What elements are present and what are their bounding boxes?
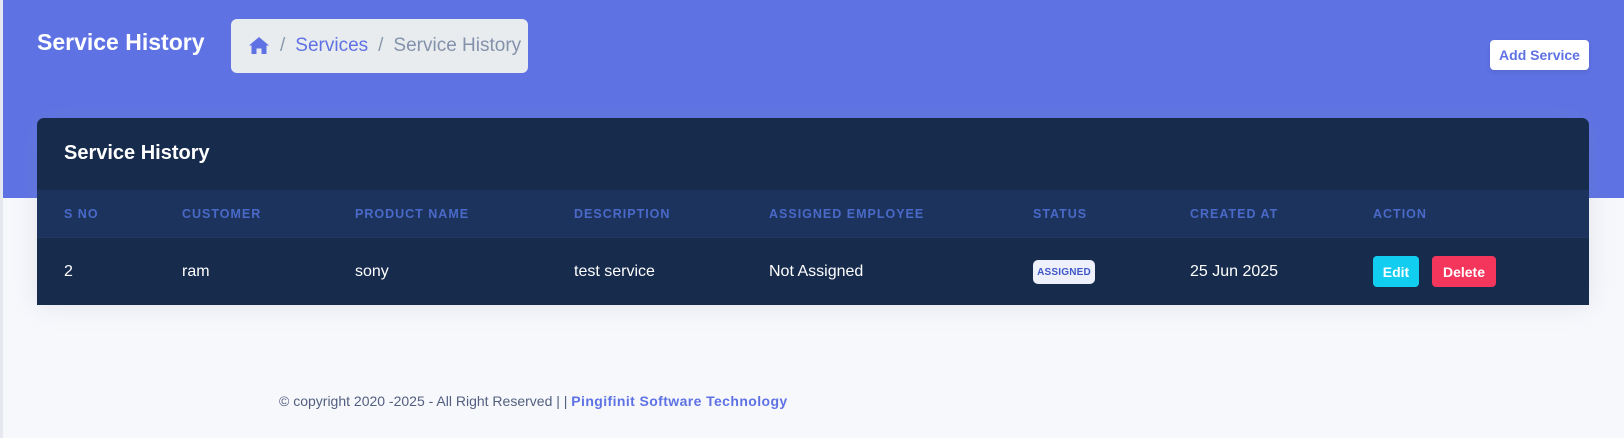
service-history-card: Service History S NO CUSTOMER PRODUCT NA… bbox=[37, 118, 1589, 305]
column-header-customer: CUSTOMER bbox=[182, 207, 262, 221]
column-header-sno: S NO bbox=[64, 207, 99, 221]
breadcrumb-separator: / bbox=[280, 35, 286, 56]
page-title: Service History bbox=[37, 29, 205, 55]
card-title: Service History bbox=[64, 142, 210, 164]
copyright-text: © copyright 2020 -2025 - All Right Reser… bbox=[279, 393, 568, 409]
breadcrumb: / Services / Service History bbox=[231, 19, 528, 73]
column-header-assigned-employee: ASSIGNED EMPLOYEE bbox=[769, 207, 925, 221]
breadcrumb-link-services[interactable]: Services bbox=[295, 35, 368, 57]
column-header-description: DESCRIPTION bbox=[574, 207, 671, 221]
cell-created-at: 25 Jun 2025 bbox=[1190, 263, 1279, 280]
company-link[interactable]: Pingifinit Software Technology bbox=[571, 393, 787, 409]
table-header: S NO CUSTOMER PRODUCT NAME DESCRIPTION A… bbox=[37, 190, 1589, 238]
cell-customer: ram bbox=[182, 263, 210, 280]
breadcrumb-current: Service History bbox=[393, 35, 522, 56]
column-header-action: ACTION bbox=[1373, 207, 1427, 221]
cell-assigned-employee: Not Assigned bbox=[769, 263, 864, 280]
column-header-product-name: PRODUCT NAME bbox=[355, 207, 470, 221]
delete-button[interactable]: Delete bbox=[1432, 256, 1496, 287]
home-icon[interactable] bbox=[248, 36, 270, 56]
column-header-created-at: CREATED AT bbox=[1190, 207, 1279, 221]
cell-sno: 2 bbox=[64, 263, 73, 280]
edit-button[interactable]: Edit bbox=[1373, 256, 1419, 287]
breadcrumb-separator: / bbox=[378, 35, 384, 56]
column-header-status: STATUS bbox=[1033, 207, 1088, 221]
status-badge: ASSIGNED bbox=[1033, 260, 1095, 284]
add-service-button[interactable]: Add Service bbox=[1490, 40, 1589, 70]
footer: © copyright 2020 -2025 - All Right Reser… bbox=[279, 393, 788, 409]
table-row: 2 ram sony test service Not Assigned ASS… bbox=[37, 238, 1589, 305]
cell-description: test service bbox=[574, 263, 655, 280]
cell-product-name: sony bbox=[355, 263, 389, 280]
